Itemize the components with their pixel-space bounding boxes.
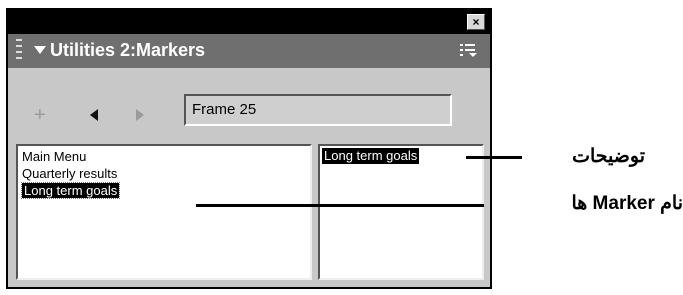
panel-title: Utilities 2:Markers	[50, 40, 206, 60]
list-item[interactable]: Main Menu	[18, 148, 310, 165]
close-icon[interactable]: ×	[467, 14, 485, 30]
description-text: Long term goals	[322, 148, 420, 164]
markers-panel: × Utilities 2:Markers + Frame 25 Main Me…	[6, 8, 492, 289]
marker-name-annotation: نام Marker ها	[571, 193, 683, 214]
panel-titlebar[interactable]: ×	[8, 10, 490, 34]
frame-field[interactable]: Frame 25	[184, 94, 452, 126]
list-item[interactable]: Quarterly results	[18, 165, 310, 182]
options-menu-icon[interactable]	[460, 43, 478, 57]
list-item-selected[interactable]: Long term goals	[18, 182, 310, 199]
add-marker-button[interactable]: +	[34, 104, 46, 127]
grip-handle[interactable]	[16, 39, 22, 63]
triangle-right-icon	[136, 109, 144, 121]
triangle-left-icon	[90, 109, 98, 121]
description-leader-line	[466, 156, 522, 159]
markers-toolbar: + Frame 25	[8, 68, 490, 138]
description-annotation: توضیحات	[572, 146, 645, 167]
previous-marker-button[interactable]	[88, 108, 100, 122]
collapse-triangle-icon[interactable]	[34, 46, 46, 54]
marker-name-leader-line	[196, 204, 484, 207]
plus-icon: +	[34, 104, 46, 126]
panel-header[interactable]: Utilities 2:Markers	[8, 34, 490, 68]
next-marker-button[interactable]	[134, 108, 146, 122]
marker-description-field[interactable]: Long term goals	[318, 144, 484, 280]
marker-name-list[interactable]: Main Menu Quarterly results Long term go…	[16, 144, 312, 280]
